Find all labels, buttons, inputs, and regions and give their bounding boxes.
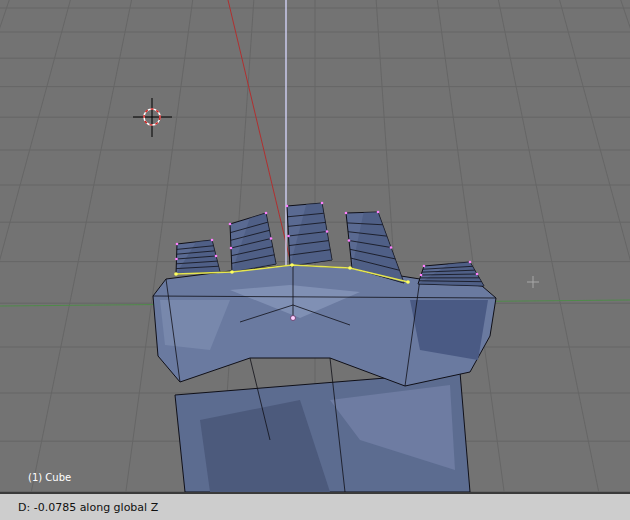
finger[interactable] [345, 211, 404, 283]
finger[interactable] [418, 261, 484, 286]
finger[interactable] [229, 212, 276, 272]
mouse-cross-icon [527, 276, 539, 288]
blender-window: (1) Cube D: -0.0785 along global Z [0, 0, 630, 520]
3d-cursor-icon[interactable] [133, 98, 172, 137]
finger[interactable] [286, 202, 332, 266]
object-label: (1) Cube [28, 472, 71, 484]
selected-edges[interactable] [176, 265, 408, 282]
3d-viewport[interactable]: (1) Cube [0, 0, 630, 492]
finger[interactable] [175, 239, 220, 274]
pivot-icon [291, 316, 296, 321]
normal-axis [285, 0, 286, 265]
floor-grid [0, 0, 630, 492]
hand-mesh[interactable] [153, 202, 496, 492]
status-text: D: -0.0785 along global Z [18, 501, 158, 514]
viewport-canvas[interactable] [0, 0, 630, 492]
status-bar: D: -0.0785 along global Z [0, 492, 630, 520]
